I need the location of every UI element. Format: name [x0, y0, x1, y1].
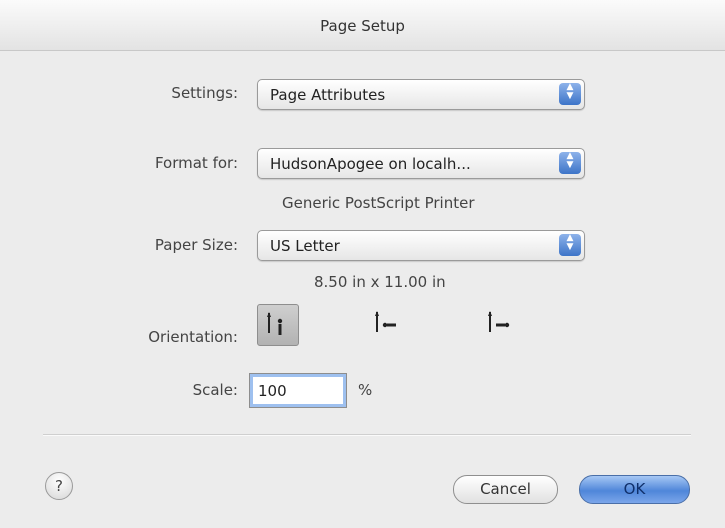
settings-popup[interactable]: Page Attributes ▲ ▼ — [257, 79, 585, 110]
page-setup-dialog: Page Setup Settings: Page Attributes ▲ ▼ … — [0, 0, 725, 528]
orientation-label: Orientation: — [148, 328, 238, 346]
help-button[interactable]: ? — [45, 472, 73, 500]
landscape-right-icon — [488, 311, 510, 332]
portrait-icon — [267, 312, 283, 335]
popup-arrows-icon: ▲ ▼ — [559, 152, 581, 174]
settings-label: Settings: — [171, 84, 238, 102]
format-value: HudsonApogee on localh... — [270, 155, 471, 173]
paper-dimensions: 8.50 in x 11.00 in — [314, 273, 446, 291]
popup-arrows-icon: ▲ ▼ — [559, 83, 581, 105]
orientation-landscape-right-button[interactable] — [479, 304, 519, 344]
format-popup[interactable]: HudsonApogee on localh... ▲ ▼ — [257, 148, 585, 179]
scale-unit: % — [358, 381, 373, 399]
ok-button[interactable]: OK — [579, 475, 690, 504]
settings-value: Page Attributes — [270, 86, 386, 104]
title-bar: Page Setup — [0, 0, 725, 51]
scale-value: 100 — [258, 382, 287, 400]
paper-size-label: Paper Size: — [154, 236, 238, 254]
paper-size-popup[interactable]: US Letter ▲ ▼ — [257, 230, 585, 261]
scale-input[interactable]: 100 — [249, 373, 347, 408]
orientation-portrait-button[interactable] — [257, 304, 299, 346]
cancel-button[interactable]: Cancel — [453, 475, 558, 504]
popup-arrows-icon: ▲ ▼ — [559, 234, 581, 256]
format-label: Format for: — [154, 154, 238, 172]
window-title: Page Setup — [320, 17, 405, 35]
scale-label: Scale: — [192, 381, 238, 399]
orientation-landscape-left-button[interactable] — [366, 304, 406, 344]
divider — [43, 434, 691, 436]
paper-size-value: US Letter — [270, 237, 340, 255]
landscape-left-icon — [375, 311, 396, 332]
printer-description: Generic PostScript Printer — [282, 194, 475, 212]
